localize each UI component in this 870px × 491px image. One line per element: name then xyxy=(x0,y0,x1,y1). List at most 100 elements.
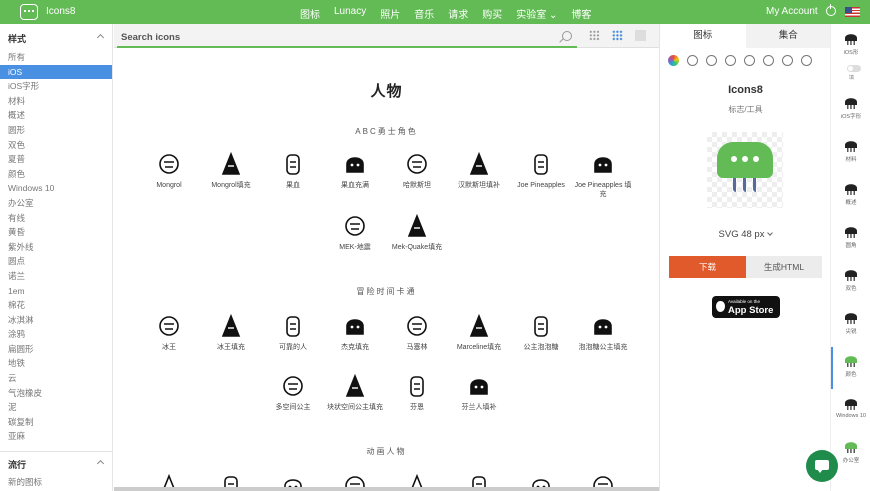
icon-tile[interactable]: Marceline填充 xyxy=(448,314,510,353)
style-preview-item[interactable]: 概述 xyxy=(831,180,870,206)
icon-tile[interactable]: 多空间公主 xyxy=(262,374,324,413)
tab-icon[interactable]: 图标 xyxy=(660,24,746,48)
sidebar-item-style[interactable]: 亚麻 xyxy=(0,429,112,444)
icon-tile[interactable]: 杰克填充 xyxy=(324,314,386,353)
sidebar-item-style[interactable]: 冰淇淋 xyxy=(0,313,112,328)
icon-tile[interactable]: 马塞林 xyxy=(386,314,448,353)
icon-tile[interactable]: Mongrol填充 xyxy=(200,152,262,191)
icon-tile[interactable]: 公主泡泡糖 xyxy=(510,314,572,353)
horizontal-scrollbar[interactable] xyxy=(114,487,659,491)
sidebar-item-style[interactable]: iOS xyxy=(0,64,112,80)
download-button[interactable]: 下载 xyxy=(669,256,746,278)
sidebar-item-new-icons[interactable]: 新的图标 xyxy=(0,475,42,490)
dots-style-icon[interactable] xyxy=(801,55,812,66)
brand-name[interactable]: Icons8 xyxy=(46,6,75,17)
character-icon xyxy=(386,152,448,176)
sidebar-item-style[interactable]: 涂鸦 xyxy=(0,327,112,342)
power-icon[interactable] xyxy=(826,4,836,16)
sidebar-item-style[interactable]: 圆形 xyxy=(0,123,112,138)
fill-toggle[interactable] xyxy=(847,65,861,72)
nav-blog[interactable]: 博客 xyxy=(571,6,591,21)
style-preview-item[interactable]: 双色 xyxy=(831,266,870,292)
sidebar-item-style[interactable]: 棉花 xyxy=(0,298,112,313)
icon-tile[interactable]: 可靠的人 xyxy=(262,314,324,353)
icon-tile[interactable]: 芬恩 xyxy=(386,374,448,413)
search-input[interactable] xyxy=(121,30,541,44)
grid-medium-icon[interactable] xyxy=(612,30,623,41)
sidebar-item-style[interactable]: 1em xyxy=(0,284,112,299)
app-store-badge[interactable]: Available on the App Store xyxy=(712,296,780,318)
sidebar-item-style[interactable]: 圆点 xyxy=(0,254,112,269)
icon-tile[interactable]: Joe Pineapples xyxy=(510,152,572,191)
sidebar-item-style[interactable]: 夏普 xyxy=(0,152,112,167)
nav-music[interactable]: 音乐 xyxy=(414,6,434,21)
office-style-icon[interactable] xyxy=(763,55,774,66)
windows-style-icon[interactable] xyxy=(744,55,755,66)
icon-tile[interactable]: MEK-地震 xyxy=(324,214,386,253)
us-flag-icon[interactable] xyxy=(845,7,860,17)
style-preview-item[interactable]: 圆角 xyxy=(831,223,870,249)
style-preview-item[interactable]: 材料 xyxy=(831,137,870,163)
sidebar-item-style[interactable]: 所有 xyxy=(0,50,112,65)
icons8-logo-icon[interactable] xyxy=(20,4,38,20)
sidebar-item-style[interactable]: 黄昏 xyxy=(0,225,112,240)
style-preview-item[interactable]: iOS形 xyxy=(831,30,870,56)
search-icon[interactable] xyxy=(562,31,572,41)
icon-category[interactable]: 标志/工具 xyxy=(660,104,831,115)
generate-html-button[interactable]: 生成HTML xyxy=(746,256,822,278)
icon-tile[interactable]: 芬兰人填补 xyxy=(448,374,510,413)
grid-small-icon[interactable] xyxy=(635,30,646,41)
chevron-up-icon[interactable] xyxy=(96,459,105,468)
nav-icons[interactable]: 图标 xyxy=(300,6,320,21)
material-style-icon[interactable] xyxy=(706,55,717,66)
sidebar-item-style[interactable]: 诺兰 xyxy=(0,269,112,284)
chat-icon[interactable] xyxy=(806,450,838,482)
chevron-up-icon[interactable] xyxy=(96,33,105,42)
sidebar-item-style[interactable]: 颜色 xyxy=(0,167,112,182)
line-style-icon[interactable] xyxy=(782,55,793,66)
icon-tile[interactable]: 冰王填充 xyxy=(200,314,262,353)
style-preview-item[interactable]: iOS字形 xyxy=(831,94,870,120)
icon-tile[interactable]: 冰王 xyxy=(138,314,200,353)
icon-tile[interactable]: 哈默斯坦 xyxy=(386,152,448,191)
icon-tile[interactable]: 块状空间公主填充 xyxy=(324,374,386,413)
icon-tile[interactable]: Joe Pineapples 填充 xyxy=(572,152,634,199)
nav-requests[interactable]: 请求 xyxy=(448,6,468,21)
icon-tile[interactable]: Mongrol xyxy=(138,152,200,191)
my-account-link[interactable]: My Account xyxy=(766,6,818,17)
nav-lab[interactable]: 实验室 ⌄ xyxy=(516,6,557,21)
icon-tile[interactable]: Mek-Quake填充 xyxy=(386,214,448,253)
sidebar-item-style[interactable]: 云 xyxy=(0,371,112,386)
tab-collection[interactable]: 集合 xyxy=(745,24,831,48)
outline-style-icon[interactable] xyxy=(725,55,736,66)
nav-photos[interactable]: 照片 xyxy=(380,6,400,21)
sidebar-item-style[interactable]: 材料 xyxy=(0,94,112,109)
styles-heading[interactable]: 样式 xyxy=(8,32,26,45)
sidebar-item-style[interactable]: 碳复制 xyxy=(0,415,112,430)
trending-heading[interactable]: 流行 xyxy=(8,458,26,471)
sidebar-item-style[interactable]: 地铁 xyxy=(0,356,112,371)
icon-tile[interactable]: 果血充满 xyxy=(324,152,386,191)
sidebar-item-style[interactable]: 双色 xyxy=(0,138,112,153)
ios-style-icon[interactable] xyxy=(687,55,698,66)
icon-tile[interactable]: 汉默斯坦填补 xyxy=(448,152,510,191)
style-preview-item[interactable]: Windows 10 xyxy=(831,395,870,419)
color-style-icon[interactable] xyxy=(668,55,679,66)
grid-large-icon[interactable] xyxy=(589,30,600,41)
icon-tile[interactable]: 泡泡糖公主填充 xyxy=(572,314,634,353)
sidebar-item-style[interactable]: 气泡橡皮 xyxy=(0,386,112,401)
sidebar-item-style[interactable]: 有线 xyxy=(0,211,112,226)
sidebar-item-style[interactable]: Windows 10 xyxy=(0,181,112,196)
style-preview-item[interactable]: 颜色 xyxy=(831,352,870,378)
sidebar-item-style[interactable]: 泥 xyxy=(0,400,112,415)
size-selector[interactable]: SVG 48 px xyxy=(660,229,831,240)
sidebar-item-style[interactable]: 紫外线 xyxy=(0,240,112,255)
style-preview-item[interactable]: 尖锐 xyxy=(831,309,870,335)
sidebar-item-style[interactable]: 概述 xyxy=(0,108,112,123)
nav-lunacy[interactable]: Lunacy xyxy=(334,6,366,21)
sidebar-item-style[interactable]: iOS字形 xyxy=(0,79,112,94)
sidebar-item-style[interactable]: 扁圆形 xyxy=(0,342,112,357)
icon-tile[interactable]: 果血 xyxy=(262,152,324,191)
sidebar-item-style[interactable]: 办公室 xyxy=(0,196,112,211)
nav-buy[interactable]: 购买 xyxy=(482,6,502,21)
